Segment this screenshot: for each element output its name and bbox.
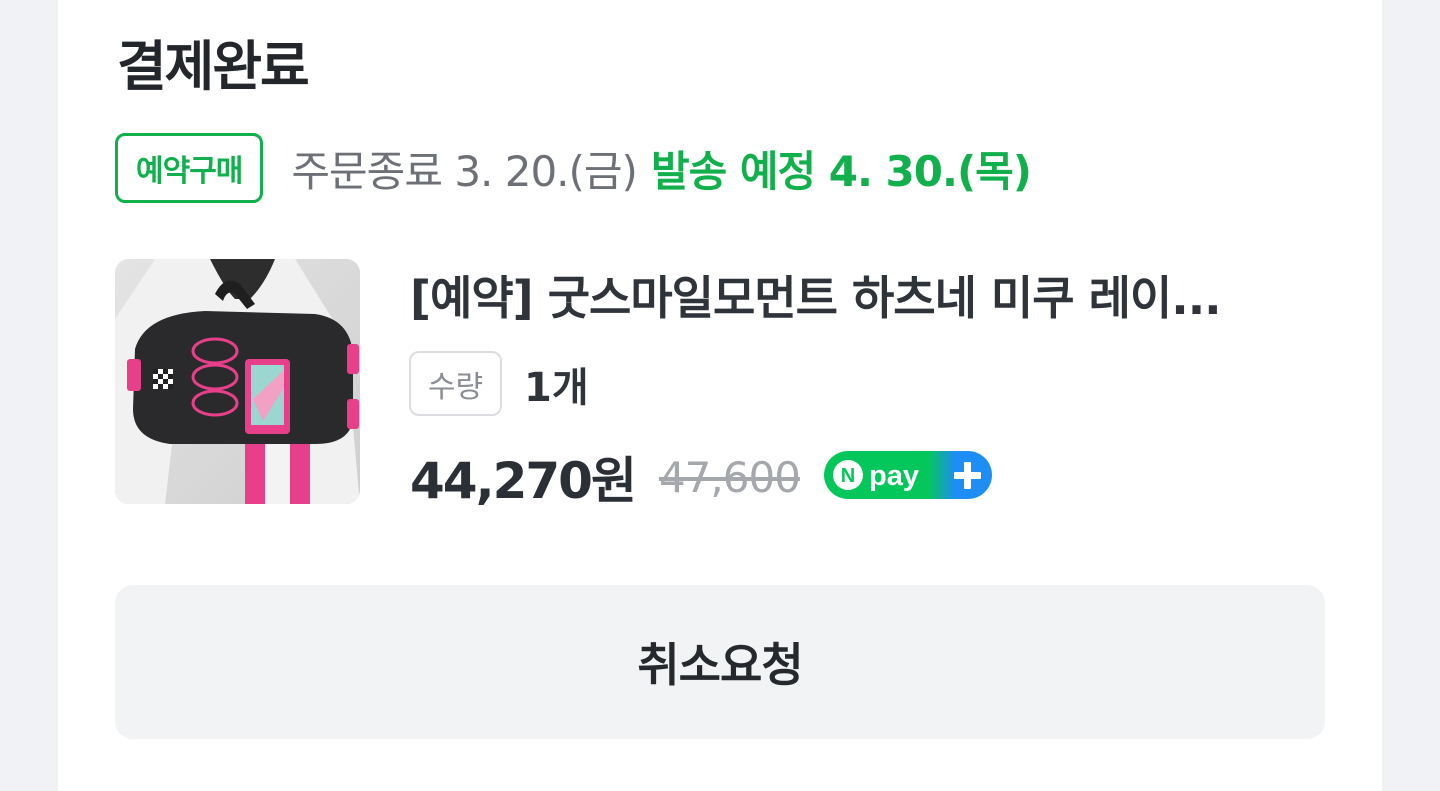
preorder-badge: 예약구매 <box>115 133 264 203</box>
price-row: 44,270원 47,600 N pay <box>410 442 992 512</box>
quantity-value: 1개 <box>524 364 589 411</box>
order-status-title: 결제완료 <box>117 35 310 98</box>
npay-logo-letter: N <box>841 465 855 487</box>
sale-price: 44,270원 <box>410 452 637 510</box>
quantity-row: 수량 1개 <box>409 351 589 416</box>
quantity-label: 수량 <box>409 351 502 416</box>
product-name[interactable]: [예약] 굿스마일모먼트 하츠네 미쿠 레이... <box>410 262 1310 328</box>
original-price: 47,600 <box>658 452 801 502</box>
ship-date: 발송 예정 4. 30.(목) <box>650 146 1032 196</box>
npay-text: pay <box>869 460 919 492</box>
cancel-request-button[interactable]: 취소요청 <box>115 585 1325 739</box>
npay-plus-badge: N pay <box>823 451 992 503</box>
order-meta-row: 예약구매 주문종료 3. 20.(금) 발송 예정 4. 30.(목) <box>115 133 1032 203</box>
duffel-bag-photo <box>115 259 360 504</box>
order-end-date: 주문종료 3. 20.(금) <box>291 146 638 196</box>
product-thumbnail[interactable] <box>115 259 360 504</box>
